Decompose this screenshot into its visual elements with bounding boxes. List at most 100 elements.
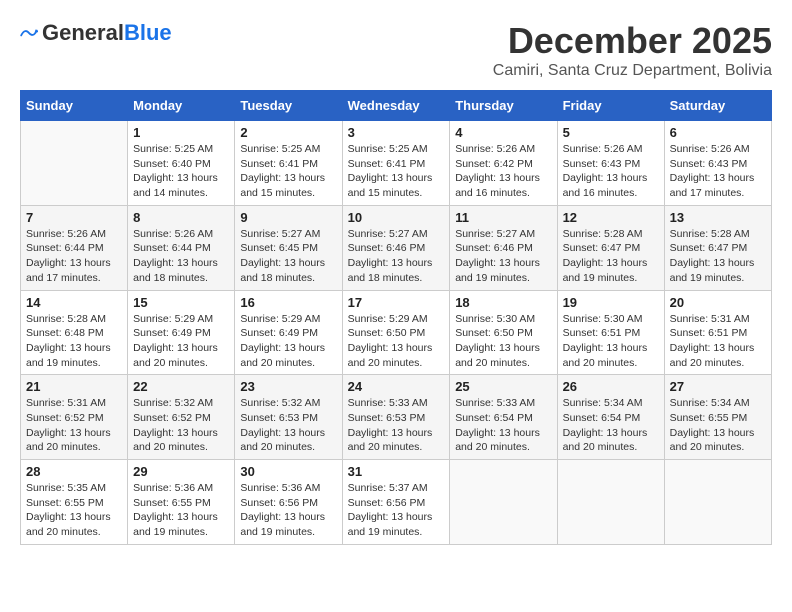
day-number: 29 [133, 464, 229, 479]
day-info: Sunrise: 5:26 AMSunset: 6:43 PMDaylight:… [670, 142, 766, 201]
day-info: Sunrise: 5:26 AM Sunset: 6:42 PM Daylight:… [455, 142, 551, 201]
day-info: Sunrise: 5:28 AM Sunset: 6:47 PM Daylight:… [563, 227, 659, 286]
sunrise-text: Sunrise: 5:27 AM [348, 228, 428, 240]
day-info: Sunrise: 5:34 AMSunset: 6:55 PMDaylight:… [670, 396, 766, 455]
day-number: 3 [348, 125, 445, 140]
daylight-text: Daylight: 13 hours and 18 minutes. [133, 257, 218, 284]
sunset-text: Sunset: 6:46 PM [455, 242, 533, 254]
header-friday: Friday [557, 91, 664, 121]
sunset-text: Sunset: 6:44 PM [26, 242, 104, 254]
table-row: 30Sunrise: 5:36 AMSunset: 6:56 PMDayligh… [235, 460, 342, 545]
sunrise-text: Sunrise: 5:31 AM [670, 313, 750, 325]
sunset-text: Sunset: 6:45 PM [240, 242, 318, 254]
sunrise-text: Sunrise: 5:27 AM [240, 228, 320, 240]
daylight-text: Daylight: 13 hours and 18 minutes. [240, 257, 325, 284]
page-subtitle: Camiri, Santa Cruz Department, Bolivia [493, 62, 772, 80]
day-info: Sunrise: 5:28 AMSunset: 6:48 PMDaylight:… [26, 312, 122, 371]
sunrise-text: Sunrise: 5:32 AM [133, 397, 213, 409]
table-row: 17 Sunrise: 5:29 AMSunset: 6:50 PMDayligh… [342, 290, 450, 375]
table-row: 9 Sunrise: 5:27 AM Sunset: 6:45 PM Daylight… [235, 205, 342, 290]
daylight-text: Daylight: 13 hours and 17 minutes. [670, 172, 755, 199]
daylight-text: Daylight: 13 hours and 17 minutes. [26, 257, 111, 284]
table-row: 25Sunrise: 5:33 AMSunset: 6:54 PMDayligh… [450, 375, 557, 460]
sunrise-text: Sunrise: 5:36 AM [240, 482, 320, 494]
day-number: 16 [240, 295, 336, 310]
sunrise-text: Sunrise: 5:25 AM [133, 143, 213, 155]
daylight-text: Daylight: 13 hours and 16 minutes. [563, 172, 648, 199]
table-row: 26Sunrise: 5:34 AMSunset: 6:54 PMDayligh… [557, 375, 664, 460]
table-row [450, 460, 557, 545]
sunset-text: Sunset: 6:42 PM [455, 158, 533, 170]
page-header: GeneralBlue December 2025 Camiri, Santa … [20, 20, 772, 80]
day-number: 15 [133, 295, 229, 310]
sunrise-text: Sunrise: 5:26 AM [455, 143, 535, 155]
sunrise-text: Sunrise: 5:30 AM [455, 313, 535, 325]
sunset-text: Sunset: 6:53 PM [348, 412, 426, 424]
sunrise-text: Sunrise: 5:34 AM [670, 397, 750, 409]
daylight-text: Daylight: 13 hours and 16 minutes. [455, 172, 540, 199]
table-row: 6Sunrise: 5:26 AMSunset: 6:43 PMDaylight… [664, 121, 771, 206]
day-number: 1 [133, 125, 229, 140]
daylight-text: Daylight: 13 hours and 19 minutes. [455, 257, 540, 284]
daylight-text: Daylight: 13 hours and 19 minutes. [240, 511, 325, 538]
day-info: Sunrise: 5:31 AMSunset: 6:52 PMDaylight:… [26, 396, 122, 455]
day-info: Sunrise: 5:27 AMSunset: 6:46 PMDaylight:… [455, 227, 551, 286]
day-info: Sunrise: 5:25 AMSunset: 6:40 PMDaylight:… [133, 142, 229, 201]
sunset-text: Sunset: 6:53 PM [240, 412, 318, 424]
day-number: 12 [563, 210, 659, 225]
daylight-text: Daylight: 13 hours and 15 minutes. [348, 172, 433, 199]
day-number: 31 [348, 464, 445, 479]
day-number: 24 [348, 379, 445, 394]
sunset-text: Sunset: 6:43 PM [563, 158, 641, 170]
sunrise-text: Sunrise: 5:30 AM [563, 313, 643, 325]
header-saturday: Saturday [664, 91, 771, 121]
sunset-text: Sunset: 6:50 PM [455, 327, 533, 339]
daylight-text: Daylight: 13 hours and 20 minutes. [240, 342, 325, 369]
header-thursday: Thursday [450, 91, 557, 121]
sunrise-text: Sunrise: 5:29 AM [348, 313, 428, 325]
day-info: Sunrise: 5:30 AMSunset: 6:50 PMDaylight:… [455, 312, 551, 371]
sunset-text: Sunset: 6:47 PM [670, 242, 748, 254]
day-info: Sunrise: 5:29 AMSunset: 6:50 PMDaylight:… [348, 312, 445, 371]
daylight-text: Daylight: 13 hours and 19 minutes. [26, 342, 111, 369]
day-number: 17 [348, 295, 445, 310]
day-number: 5 [563, 125, 659, 140]
sunset-text: Sunset: 6:49 PM [240, 327, 318, 339]
day-number: 13 [670, 210, 766, 225]
daylight-text: Daylight: 13 hours and 20 minutes. [133, 427, 218, 454]
day-number: 25 [455, 379, 551, 394]
day-info: Sunrise: 5:36 AMSunset: 6:55 PMDaylight:… [133, 481, 229, 540]
day-number: 21 [26, 379, 122, 394]
daylight-text: Daylight: 13 hours and 20 minutes. [26, 511, 111, 538]
table-row: 31Sunrise: 5:37 AMSunset: 6:56 PMDayligh… [342, 460, 450, 545]
sunset-text: Sunset: 6:51 PM [670, 327, 748, 339]
sunset-text: Sunset: 6:40 PM [133, 158, 211, 170]
day-info: Sunrise: 5:25 AM Sunset: 6:41 PM Daylight:… [348, 142, 445, 201]
calendar-table: Sunday Monday Tuesday Wednesday Thursday… [20, 90, 772, 545]
sunrise-text: Sunrise: 5:28 AM [563, 228, 643, 240]
sunrise-text: Sunrise: 5:37 AM [348, 482, 428, 494]
sunrise-text: Sunrise: 5:25 AM [240, 143, 320, 155]
calendar-week-row: 28Sunrise: 5:35 AMSunset: 6:55 PMDayligh… [21, 460, 772, 545]
sunset-text: Sunset: 6:51 PM [563, 327, 641, 339]
sunset-text: Sunset: 6:47 PM [563, 242, 641, 254]
day-info: Sunrise: 5:26 AMSunset: 6:43 PMDaylight:… [563, 142, 659, 201]
calendar-week-row: 14 Sunrise: 5:28 AMSunset: 6:48 PMDayligh… [21, 290, 772, 375]
table-row: 10Sunrise: 5:27 AMSunset: 6:46 PMDayligh… [342, 205, 450, 290]
day-number: 19 [563, 295, 659, 310]
table-row [664, 460, 771, 545]
sunrise-text: Sunrise: 5:25 AM [348, 143, 428, 155]
day-number: 22 [133, 379, 229, 394]
header-monday: Monday [128, 91, 235, 121]
daylight-text: Daylight: 13 hours and 19 minutes. [563, 257, 648, 284]
day-number: 14 [26, 295, 122, 310]
day-info: Sunrise: 5:27 AM Sunset: 6:45 PM Daylight:… [240, 227, 336, 286]
sunset-text: Sunset: 6:41 PM [348, 158, 426, 170]
sunrise-text: Sunrise: 5:33 AM [455, 397, 535, 409]
sunset-text: Sunset: 6:56 PM [348, 497, 426, 509]
day-info: Sunrise: 5:31 AMSunset: 6:51 PMDaylight:… [670, 312, 766, 371]
day-info: Sunrise: 5:29 AMSunset: 6:49 PMDaylight:… [133, 312, 229, 371]
table-row: 19Sunrise: 5:30 AMSunset: 6:51 PMDayligh… [557, 290, 664, 375]
day-number: 9 [240, 210, 336, 225]
table-row: 8Sunrise: 5:26 AMSunset: 6:44 PMDaylight… [128, 205, 235, 290]
